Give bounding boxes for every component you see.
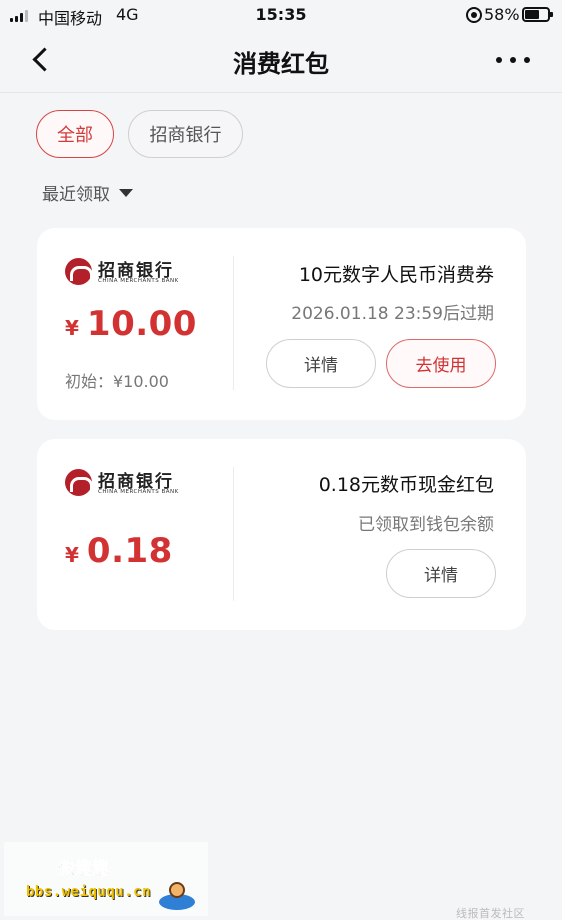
cmb-logo-icon [65,258,93,285]
use-button[interactable]: 去使用 [386,339,496,388]
watermark-corner-text: 线报首发社区 [456,907,525,920]
coupon-card: 招商银行 CHINA MERCHANTS BANK ¥ 0.18 0.18元数币… [37,439,526,630]
battery-percent: 58% [484,5,520,24]
detail-button[interactable]: 详情 [386,549,496,598]
status-bar: 中国移动 4G 15:35 58% [0,0,562,30]
coupon-amount: ¥ 10.00 [65,304,197,344]
bank-logo: 招商银行 CHINA MERCHANTS BANK [65,467,185,501]
coupon-title: 0.18元数币现金红包 [318,474,494,496]
more-dots-icon[interactable] [496,48,530,72]
bank-logo: 招商银行 CHINA MERCHANTS BANK [65,256,185,290]
cmb-logo-icon [65,469,93,496]
coupon-card: 招商银行 CHINA MERCHANTS BANK ¥ 10.00 初始：¥10… [37,228,526,420]
coupon-title: 10元数字人民币消费券 [298,264,494,286]
currency-symbol: ¥ [65,316,79,340]
sort-dropdown[interactable]: 最近领取 [42,180,133,205]
watermark-badge: 微趣趣 bbs.weiququ.cn [4,842,208,916]
card-divider [233,467,234,601]
coupon-amount: ¥ 0.18 [65,531,173,571]
nav-header: 消费红包 [0,30,562,92]
page-title: 消费红包 [233,50,329,78]
amount-value: 10.00 [86,304,197,344]
filter-chip-cmb[interactable]: 招商银行 [128,110,243,158]
header-divider [0,92,562,93]
currency-symbol: ¥ [65,543,79,567]
coupon-expiry: 2026.01.18 23:59后过期 [291,304,494,324]
alarm-lock-icon [466,7,482,23]
caret-down-icon [119,188,133,197]
filter-chip-all[interactable]: 全部 [36,110,114,158]
detail-button[interactable]: 详情 [266,339,376,388]
amount-value: 0.18 [86,531,173,571]
back-arrow-icon[interactable] [28,46,58,76]
bank-name-en: CHINA MERCHANTS BANK [98,278,179,284]
watermark-title: 微趣趣 [58,859,110,880]
battery-icon [522,7,553,22]
coupon-status: 已领取到钱包余额 [358,515,494,535]
sort-label: 最近领取 [42,185,110,205]
card-divider [233,256,234,390]
bank-name-en: CHINA MERCHANTS BANK [98,489,179,495]
initial-amount: 初始：¥10.00 [65,372,169,391]
watermark-url: bbs.weiququ.cn [26,884,152,900]
mascot-icon [159,882,195,912]
